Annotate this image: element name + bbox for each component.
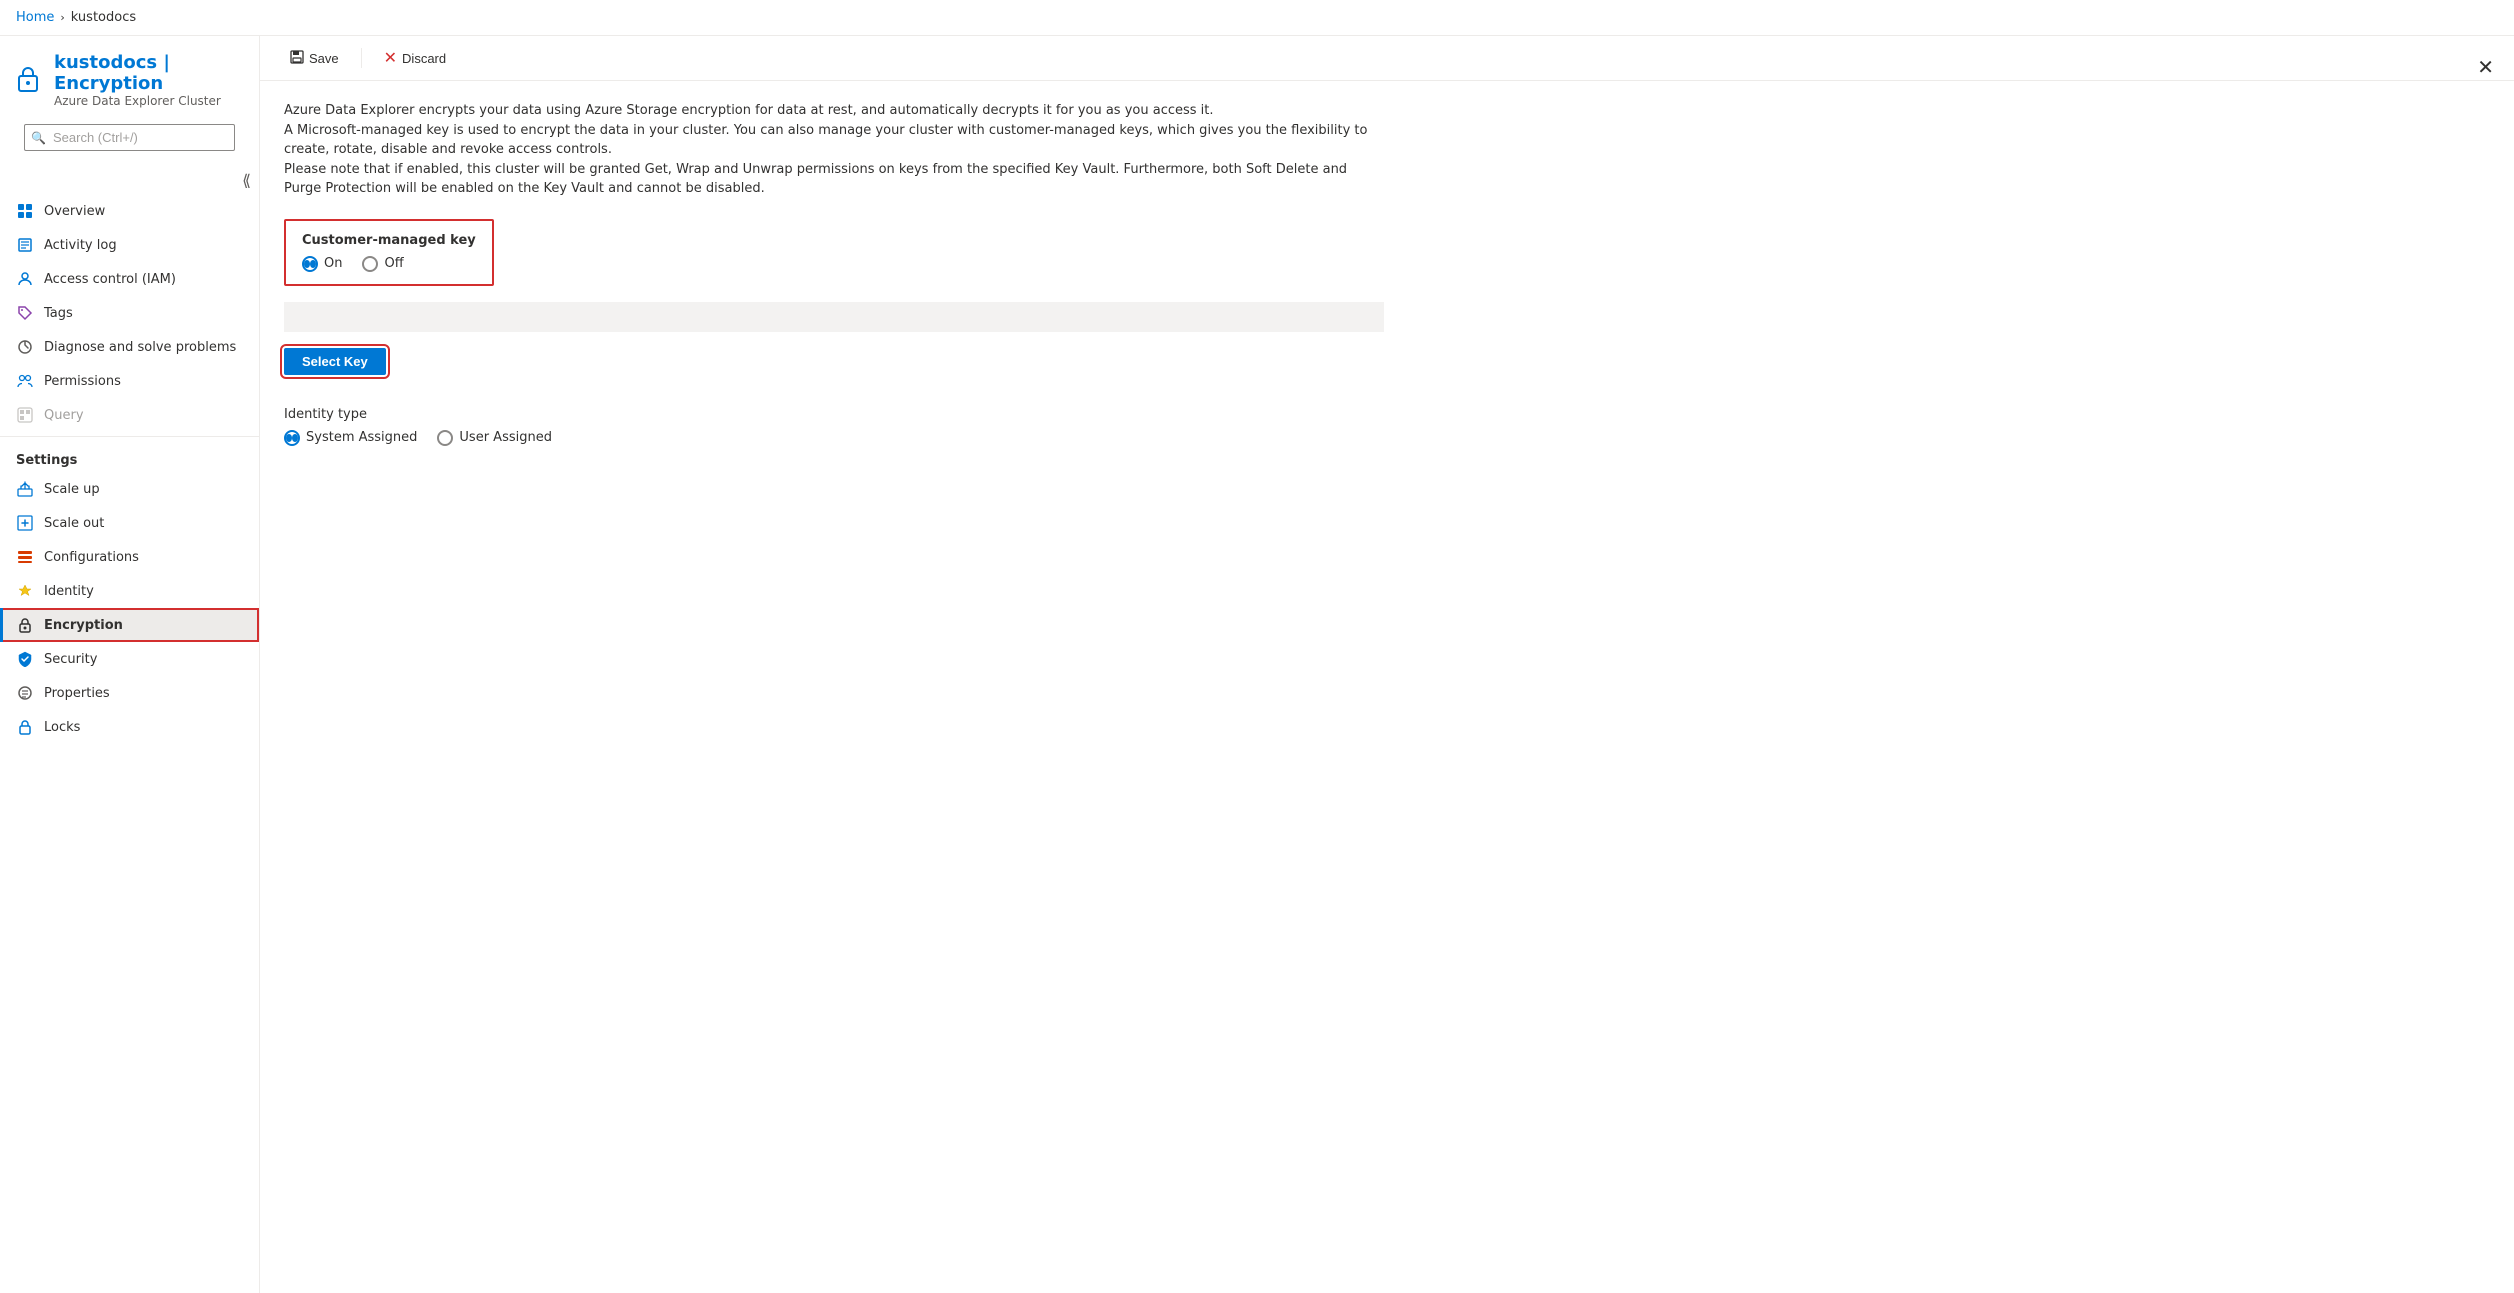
discard-icon: ✕	[384, 48, 397, 68]
resource-icon	[16, 66, 44, 94]
activity-log-label: Activity log	[44, 238, 117, 253]
toolbar: Save ✕ Discard	[260, 36, 2514, 81]
cmk-off-radio[interactable]	[362, 256, 378, 272]
sidebar: kustodocs | Encryption Azure Data Explor…	[0, 36, 260, 1293]
toolbar-divider	[361, 48, 362, 68]
cmk-on-radio[interactable]	[302, 256, 318, 272]
activity-log-icon	[16, 236, 34, 254]
tags-icon	[16, 304, 34, 322]
query-icon	[16, 406, 34, 424]
scale-out-label: Scale out	[44, 516, 104, 531]
identity-label: Identity	[44, 584, 94, 599]
overview-icon	[16, 202, 34, 220]
security-label: Security	[44, 652, 97, 667]
access-control-icon	[16, 270, 34, 288]
properties-icon	[16, 684, 34, 702]
cmk-off-label: Off	[384, 256, 403, 271]
user-assigned-label: User Assigned	[459, 430, 552, 445]
select-key-button[interactable]: Select Key	[284, 348, 386, 375]
identity-icon	[16, 582, 34, 600]
scale-up-label: Scale up	[44, 482, 100, 497]
nav-configurations[interactable]: Configurations	[0, 540, 259, 574]
main-content: Save ✕ Discard Azure Data Explorer encry…	[260, 36, 2514, 1293]
security-icon	[16, 650, 34, 668]
content-body: Azure Data Explorer encrypts your data u…	[260, 81, 2514, 1293]
configurations-label: Configurations	[44, 550, 139, 565]
tags-label: Tags	[44, 306, 73, 321]
nav-overview[interactable]: Overview	[0, 194, 259, 228]
user-assigned-option[interactable]: User Assigned	[437, 430, 552, 446]
nav-scale-up[interactable]: Scale up	[0, 472, 259, 506]
permissions-label: Permissions	[44, 374, 121, 389]
sidebar-header: kustodocs | Encryption Azure Data Explor…	[0, 36, 259, 167]
nav-activity-log[interactable]: Activity log	[0, 228, 259, 262]
resource-title: kustodocs | Encryption	[54, 52, 243, 94]
collapse-sidebar-button[interactable]: ⟪	[0, 167, 259, 194]
resource-info: kustodocs | Encryption Azure Data Explor…	[54, 52, 243, 108]
search-icon: 🔍	[31, 131, 46, 145]
breadcrumb-separator: ›	[60, 11, 64, 24]
discard-label: Discard	[402, 51, 446, 66]
resource-title-area: kustodocs | Encryption Azure Data Explor…	[16, 48, 243, 120]
identity-type-radio-group: System Assigned User Assigned	[284, 430, 2490, 446]
separator-bar	[284, 302, 1384, 332]
cmk-on-label: On	[324, 256, 342, 271]
description: Azure Data Explorer encrypts your data u…	[284, 101, 1384, 199]
nav-properties[interactable]: Properties	[0, 676, 259, 710]
search-input[interactable]	[24, 124, 235, 151]
nav-scale-out[interactable]: Scale out	[0, 506, 259, 540]
customer-managed-key-section: Customer-managed key On Off	[284, 219, 494, 286]
nav-diagnose[interactable]: Diagnose and solve problems	[0, 330, 259, 364]
user-assigned-radio[interactable]	[437, 430, 453, 446]
search-container: 🔍	[24, 124, 235, 151]
breadcrumb-current: kustodocs	[71, 10, 136, 25]
scale-out-icon	[16, 514, 34, 532]
description-line3: Please note that if enabled, this cluste…	[284, 160, 1384, 199]
close-button[interactable]: ✕	[2477, 55, 2494, 80]
permissions-icon	[16, 372, 34, 390]
nav-security[interactable]: Security	[0, 642, 259, 676]
encryption-label: Encryption	[44, 618, 123, 633]
locks-label: Locks	[44, 720, 80, 735]
description-line1: Azure Data Explorer encrypts your data u…	[284, 101, 1384, 121]
system-assigned-option[interactable]: System Assigned	[284, 430, 417, 446]
nav-query[interactable]: Query	[0, 398, 259, 432]
system-assigned-label: System Assigned	[306, 430, 417, 445]
nav-permissions[interactable]: Permissions	[0, 364, 259, 398]
nav-identity[interactable]: Identity	[0, 574, 259, 608]
resource-subtitle: Azure Data Explorer Cluster	[54, 94, 243, 108]
diagnose-icon	[16, 338, 34, 356]
configurations-icon	[16, 548, 34, 566]
system-assigned-radio[interactable]	[284, 430, 300, 446]
scale-up-icon	[16, 480, 34, 498]
customer-managed-key-label: Customer-managed key	[302, 233, 476, 248]
cmk-on-option[interactable]: On	[302, 256, 342, 272]
save-button[interactable]: Save	[280, 46, 349, 71]
customer-managed-key-radio-group: On Off	[302, 256, 476, 272]
nav-tags[interactable]: Tags	[0, 296, 259, 330]
identity-type-section: Identity type System Assigned User Assig…	[284, 407, 2490, 446]
nav-encryption[interactable]: Encryption	[0, 608, 259, 642]
breadcrumb: Home › kustodocs	[0, 0, 2514, 36]
breadcrumb-home[interactable]: Home	[16, 10, 54, 25]
overview-label: Overview	[44, 204, 105, 219]
save-icon	[290, 50, 304, 67]
nav-access-control[interactable]: Access control (IAM)	[0, 262, 259, 296]
save-label: Save	[309, 51, 339, 66]
description-line2: A Microsoft-managed key is used to encry…	[284, 121, 1384, 160]
properties-label: Properties	[44, 686, 110, 701]
cmk-off-option[interactable]: Off	[362, 256, 403, 272]
locks-icon	[16, 718, 34, 736]
diagnose-label: Diagnose and solve problems	[44, 340, 236, 355]
nav-locks[interactable]: Locks	[0, 710, 259, 744]
identity-type-label: Identity type	[284, 407, 2490, 422]
settings-section-label: Settings	[0, 441, 259, 472]
encryption-icon	[16, 616, 34, 634]
access-control-label: Access control (IAM)	[44, 272, 176, 287]
discard-button[interactable]: ✕ Discard	[374, 44, 456, 72]
query-label: Query	[44, 408, 84, 423]
